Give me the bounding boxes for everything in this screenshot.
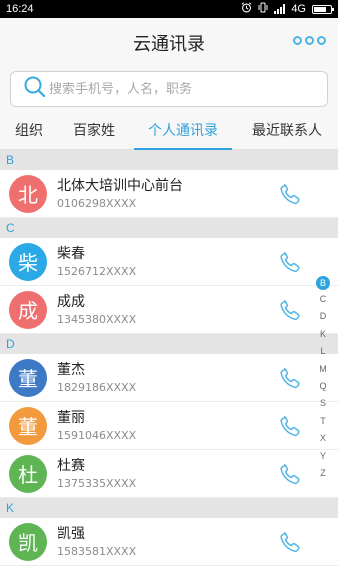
contact-name: 成成	[57, 294, 85, 310]
contact-phone: 1345380XXXX	[57, 313, 137, 326]
avatar: 成	[9, 290, 47, 329]
contact-row[interactable]: 杜 杜赛 1375335XXXX	[0, 450, 338, 498]
avatar: 董	[9, 358, 47, 397]
section-header-k: K	[0, 498, 338, 518]
contact-phone: 1829186XXXX	[57, 381, 137, 394]
tab-personal-contacts[interactable]: 个人通讯录	[130, 110, 236, 150]
contact-name: 董杰	[57, 362, 85, 378]
index-letter-m[interactable]: M	[319, 361, 327, 378]
page-title: 云通讯录	[133, 34, 205, 55]
phone-call-icon[interactable]	[278, 414, 302, 438]
battery-icon	[312, 4, 334, 14]
contact-name: 北体大培训中心前台	[57, 178, 183, 194]
network-type: 4G	[291, 3, 306, 15]
index-letter-c[interactable]: C	[320, 291, 327, 308]
contact-phone: 1591046XXXX	[57, 429, 137, 442]
tab-organization[interactable]: 组织	[0, 110, 58, 149]
search-icon	[23, 75, 47, 103]
signal-icon	[274, 4, 286, 14]
title-bar: 云通讯录	[0, 18, 338, 68]
contact-name: 杜赛	[57, 458, 85, 474]
index-letter-k[interactable]: K	[320, 326, 326, 343]
index-letter-y[interactable]: Y	[320, 448, 326, 465]
index-letter-b[interactable]: B	[316, 276, 330, 290]
search-input[interactable]	[49, 81, 299, 97]
section-header-b: B	[0, 150, 338, 170]
status-bar: 16:24 4G	[0, 0, 338, 18]
tab-bar: 组织 百家姓 个人通讯录 最近联系人	[0, 110, 338, 150]
avatar: 柴	[9, 242, 47, 281]
search-bar	[0, 68, 338, 110]
phone-call-icon[interactable]	[278, 250, 302, 274]
contact-phone: 0106298XXXX	[57, 197, 137, 210]
contact-list: B 北 北体大培训中心前台 0106298XXXX C 柴 柴春 1526712…	[0, 150, 338, 568]
contact-row[interactable]: 董 董丽 1591046XXXX	[0, 402, 338, 450]
contact-name: 柴春	[57, 246, 85, 262]
contact-name: 凯强	[57, 526, 85, 542]
avatar: 董	[9, 406, 47, 445]
vibrate-icon	[258, 2, 268, 16]
more-icon[interactable]	[293, 36, 326, 45]
search-box[interactable]	[10, 71, 328, 107]
tab-surnames[interactable]: 百家姓	[58, 110, 130, 149]
phone-call-icon[interactable]	[278, 462, 302, 486]
index-letter-x[interactable]: X	[320, 430, 326, 447]
contact-row[interactable]: 柴 柴春 1526712XXXX	[0, 238, 338, 286]
contact-row[interactable]: 董 董杰 1829186XXXX	[0, 354, 338, 402]
contact-row[interactable]: 成 成成 1345380XXXX	[0, 286, 338, 334]
index-letter-z[interactable]: Z	[320, 465, 326, 482]
phone-call-icon[interactable]	[278, 366, 302, 390]
alarm-icon	[241, 2, 252, 16]
contact-phone: 1526712XXXX	[57, 265, 137, 278]
index-letter-t[interactable]: T	[320, 413, 326, 430]
section-header-c: C	[0, 218, 338, 238]
alphabet-index[interactable]: B C D K L M Q S T X Y Z	[316, 274, 330, 482]
index-letter-l[interactable]: L	[320, 343, 325, 360]
phone-call-icon[interactable]	[278, 530, 302, 554]
index-letter-q[interactable]: Q	[319, 378, 326, 395]
status-time: 16:24	[6, 3, 34, 15]
avatar: 北	[9, 174, 47, 213]
contact-phone: 1583581XXXX	[57, 545, 137, 558]
index-letter-d[interactable]: D	[320, 308, 327, 325]
phone-call-icon[interactable]	[278, 182, 302, 206]
avatar: 杜	[9, 454, 47, 493]
phone-call-icon[interactable]	[278, 298, 302, 322]
contact-row[interactable]: 北 北体大培训中心前台 0106298XXXX	[0, 170, 338, 218]
section-header-d: D	[0, 334, 338, 354]
avatar: 凯	[9, 522, 47, 561]
contact-name: 董丽	[57, 410, 85, 426]
contact-row[interactable]: 凯 凯强 1583581XXXX	[0, 518, 338, 566]
tab-recent-contacts[interactable]: 最近联系人	[236, 110, 338, 149]
index-letter-s[interactable]: S	[320, 395, 326, 412]
contact-phone: 1375335XXXX	[57, 477, 137, 490]
